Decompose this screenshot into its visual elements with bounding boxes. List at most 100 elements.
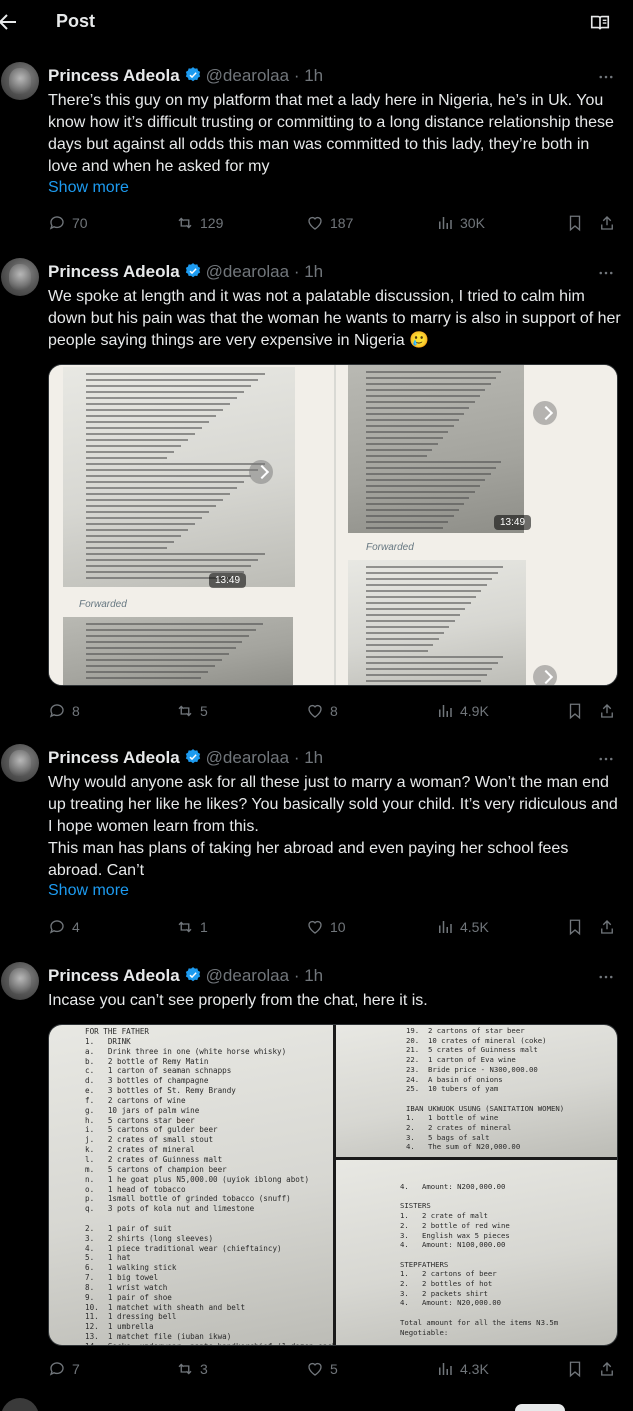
reply-icon (48, 918, 66, 936)
show-more-link[interactable]: Show more (48, 882, 129, 900)
repost-button[interactable]: 3 (176, 1360, 208, 1378)
views-button[interactable]: 4.5K (436, 918, 489, 936)
views-bar-icon (436, 702, 454, 720)
bookmark-button[interactable] (566, 214, 584, 232)
document-text-line (365, 485, 480, 487)
avatar[interactable] (1, 62, 39, 100)
author-name[interactable]: Princess Adeola (48, 966, 180, 985)
document-text-line (365, 584, 487, 586)
tweet-media[interactable]: 13:49 Forwarded 13:49 Forwarded (48, 364, 618, 686)
like-button[interactable]: 5 (306, 1360, 338, 1378)
tweet-time[interactable]: 1h (304, 748, 323, 767)
share-icon[interactable] (533, 665, 557, 685)
document-text-line (86, 671, 208, 673)
book-open-icon[interactable] (589, 12, 611, 34)
author-name[interactable]: Princess Adeola (48, 66, 180, 85)
share-icon[interactable] (533, 401, 557, 425)
document-text-line (86, 481, 244, 483)
document-photo[interactable]: FOR THE FATHER 1. DRINK a. Drink three i… (49, 1025, 333, 1345)
document-text-line (86, 523, 196, 525)
more-dots-icon[interactable] (597, 968, 615, 986)
more-dots-icon[interactable] (597, 264, 615, 282)
share-button[interactable] (598, 214, 616, 232)
document-text-line (86, 475, 251, 477)
bookmark-button[interactable] (566, 702, 584, 720)
document-photo (348, 365, 524, 533)
author-name[interactable]: Princess Adeola (48, 262, 180, 281)
forwarded-label: Forwarded (366, 542, 414, 553)
avatar[interactable] (1, 1398, 39, 1411)
document-photo (63, 617, 293, 685)
reposts-count: 129 (200, 215, 224, 231)
author-handle[interactable]: @dearolaa (206, 262, 289, 281)
document-text-line (365, 662, 498, 664)
reply-button[interactable]: 4 (48, 918, 80, 936)
tweet-header: Princess Adeola @dearolaa · 1h (48, 966, 324, 985)
document-photo[interactable]: 19. 2 cartons of star beer 20. 10 crates… (336, 1025, 617, 1157)
bookmark-button[interactable] (566, 918, 584, 936)
document-text-line (86, 547, 168, 549)
document-text-line (86, 421, 210, 423)
reply-button[interactable]: 7 (48, 1360, 80, 1378)
document-text-line (365, 632, 445, 634)
repost-button[interactable]: 129 (176, 214, 223, 232)
document-text-line (365, 602, 471, 604)
author-name[interactable]: Princess Adeola (48, 748, 180, 767)
views-button[interactable]: 4.9K (436, 702, 489, 720)
document-text-line (365, 437, 444, 439)
like-button[interactable]: 10 (306, 918, 346, 936)
avatar[interactable] (1, 258, 39, 296)
more-dots-icon[interactable] (597, 750, 615, 768)
document-text-line (86, 511, 210, 513)
more-dots-icon[interactable] (597, 68, 615, 86)
document-text-line (365, 656, 503, 658)
like-button[interactable]: 187 (306, 214, 353, 232)
replies-count: 70 (72, 215, 88, 231)
tweet-media[interactable]: FOR THE FATHER 1. DRINK a. Drink three i… (48, 1024, 618, 1346)
author-handle[interactable]: @dearolaa (206, 966, 289, 985)
document-text-line (86, 541, 175, 543)
repost-button[interactable]: 1 (176, 918, 208, 936)
avatar[interactable] (1, 962, 39, 1000)
document-text-line (86, 653, 229, 655)
tweet-time[interactable]: 1h (304, 262, 323, 281)
views-button[interactable]: 30K (436, 214, 485, 232)
document-text-line (86, 553, 265, 555)
share-button[interactable] (598, 918, 616, 936)
repost-icon (176, 918, 194, 936)
share-button[interactable] (598, 702, 616, 720)
share-button[interactable] (598, 1360, 616, 1378)
document-text-line (86, 493, 231, 495)
document-text-line (86, 635, 250, 637)
document-photo (348, 560, 526, 685)
bookmark-icon (566, 1360, 584, 1378)
document-text-line (365, 377, 496, 379)
chat-screenshot-right[interactable]: 13:49 Forwarded (336, 365, 617, 685)
repost-button[interactable]: 5 (176, 702, 208, 720)
action-bar: 8 5 8 4.9K (48, 702, 623, 724)
action-bar: 70 129 187 30K (48, 214, 623, 236)
document-photo[interactable]: 4. Amount: N200,000.00 SISTERS 1. 2 crat… (336, 1160, 617, 1345)
author-handle[interactable]: @dearolaa (206, 748, 289, 767)
reply-button[interactable]: 8 (48, 702, 80, 720)
tweet-time[interactable]: 1h (304, 66, 323, 85)
author-handle[interactable]: @dearolaa (206, 66, 289, 85)
document-text-line (365, 473, 491, 475)
show-more-link[interactable]: Show more (48, 179, 129, 197)
bookmark-button[interactable] (566, 1360, 584, 1378)
document-text-line (86, 469, 258, 471)
document-text-line (86, 445, 182, 447)
share-icon[interactable] (249, 460, 273, 484)
reply-button[interactable]: 70 (48, 214, 88, 232)
views-button[interactable]: 4.3K (436, 1360, 489, 1378)
document-text-line (86, 565, 251, 567)
share-icon (598, 214, 616, 232)
arrow-left-icon[interactable] (0, 10, 20, 34)
chat-screenshot-left[interactable]: 13:49 Forwarded (49, 365, 334, 685)
document-text: 4. Amount: N200,000.00 SISTERS 1. 2 crat… (400, 1182, 559, 1337)
document-text-line (86, 517, 203, 519)
like-button[interactable]: 8 (306, 702, 338, 720)
heart-icon (306, 214, 324, 232)
avatar[interactable] (1, 744, 39, 782)
tweet-time[interactable]: 1h (304, 966, 323, 985)
